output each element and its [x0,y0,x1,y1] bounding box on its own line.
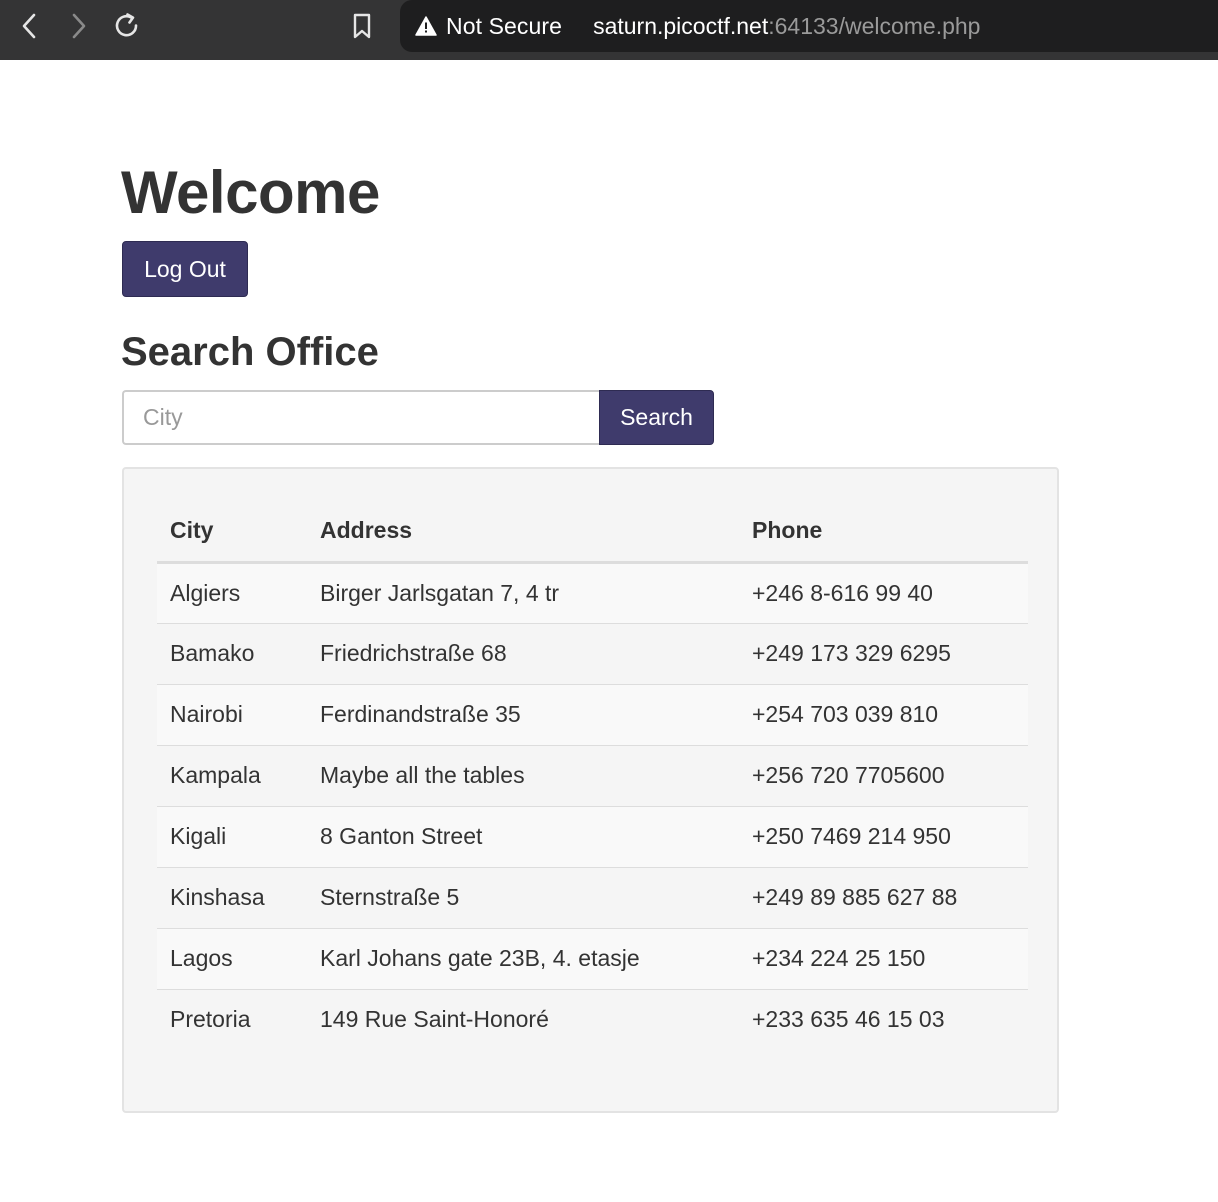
reload-button[interactable] [107,8,147,44]
header-city: City [157,500,307,564]
table-row: Algiers Birger Jarlsgatan 7, 4 tr +246 8… [157,562,1028,624]
url-host: saturn.picoctf.net [593,12,769,39]
table-row: Kigali 8 Ganton Street +250 7469 214 950 [157,806,1028,868]
security-label: Not Secure [446,12,563,39]
offices-table: City Address Phone Algiers Birger Jarlsg… [157,500,1028,1050]
logout-button[interactable]: Log Out [122,241,248,297]
page-title: Welcome [121,159,380,226]
cell-phone: +256 720 7705600 [739,745,1028,807]
reload-icon [115,13,138,37]
forward-button[interactable] [58,8,98,44]
bookmark-icon [353,13,371,39]
cell-address: 149 Rue Saint-Honoré [307,989,739,1050]
cell-phone: +234 224 25 150 [739,928,1028,990]
city-search-input[interactable] [122,390,600,445]
cell-city: Nairobi [157,684,307,746]
cell-address: Karl Johans gate 23B, 4. etasje [307,928,739,990]
cell-phone: +249 173 329 6295 [739,623,1028,685]
cell-city: Kampala [157,745,307,807]
back-icon [22,13,36,39]
cell-phone: +249 89 885 627 88 [739,867,1028,929]
back-button[interactable] [10,8,50,44]
forward-icon [72,13,86,39]
warning-icon [415,15,437,37]
cell-city: Lagos [157,928,307,990]
url-text: saturn.picoctf.net:64133/welcome.php [593,13,980,40]
cell-address: Ferdinandstraße 35 [307,684,739,746]
bookmark-button[interactable] [342,8,382,44]
browser-toolbar: Not Secure saturn.picoctf.net:64133/welc… [0,0,1218,60]
cell-city: Kinshasa [157,867,307,929]
table-row: Kinshasa Sternstraße 5 +249 89 885 627 8… [157,867,1028,929]
url-path: :64133/welcome.php [768,12,981,39]
search-button[interactable]: Search [599,390,714,445]
address-bar[interactable]: Not Secure saturn.picoctf.net:64133/welc… [400,0,1218,52]
cell-phone: +246 8-616 99 40 [739,562,1028,624]
table-row: Nairobi Ferdinandstraße 35 +254 703 039 … [157,684,1028,746]
table-row: Lagos Karl Johans gate 23B, 4. etasje +2… [157,928,1028,990]
cell-city: Bamako [157,623,307,685]
table-row: Pretoria 149 Rue Saint-Honoré +233 635 4… [157,989,1028,1050]
header-address: Address [307,500,739,564]
section-title: Search Office [121,330,379,374]
results-panel: City Address Phone Algiers Birger Jarlsg… [122,467,1059,1113]
cell-address: Friedrichstraße 68 [307,623,739,685]
cell-phone: +254 703 039 810 [739,684,1028,746]
header-phone: Phone [739,500,1028,564]
cell-phone: +233 635 46 15 03 [739,989,1028,1050]
cell-phone: +250 7469 214 950 [739,806,1028,868]
cell-address: Birger Jarlsgatan 7, 4 tr [307,562,739,624]
cell-address: Maybe all the tables [307,745,739,807]
cell-city: Kigali [157,806,307,868]
table-header-row: City Address Phone [157,500,1028,564]
cell-address: 8 Ganton Street [307,806,739,868]
cell-city: Algiers [157,562,307,624]
cell-address: Sternstraße 5 [307,867,739,929]
table-row: Kampala Maybe all the tables +256 720 77… [157,745,1028,807]
cell-city: Pretoria [157,989,307,1050]
table-row: Bamako Friedrichstraße 68 +249 173 329 6… [157,623,1028,685]
